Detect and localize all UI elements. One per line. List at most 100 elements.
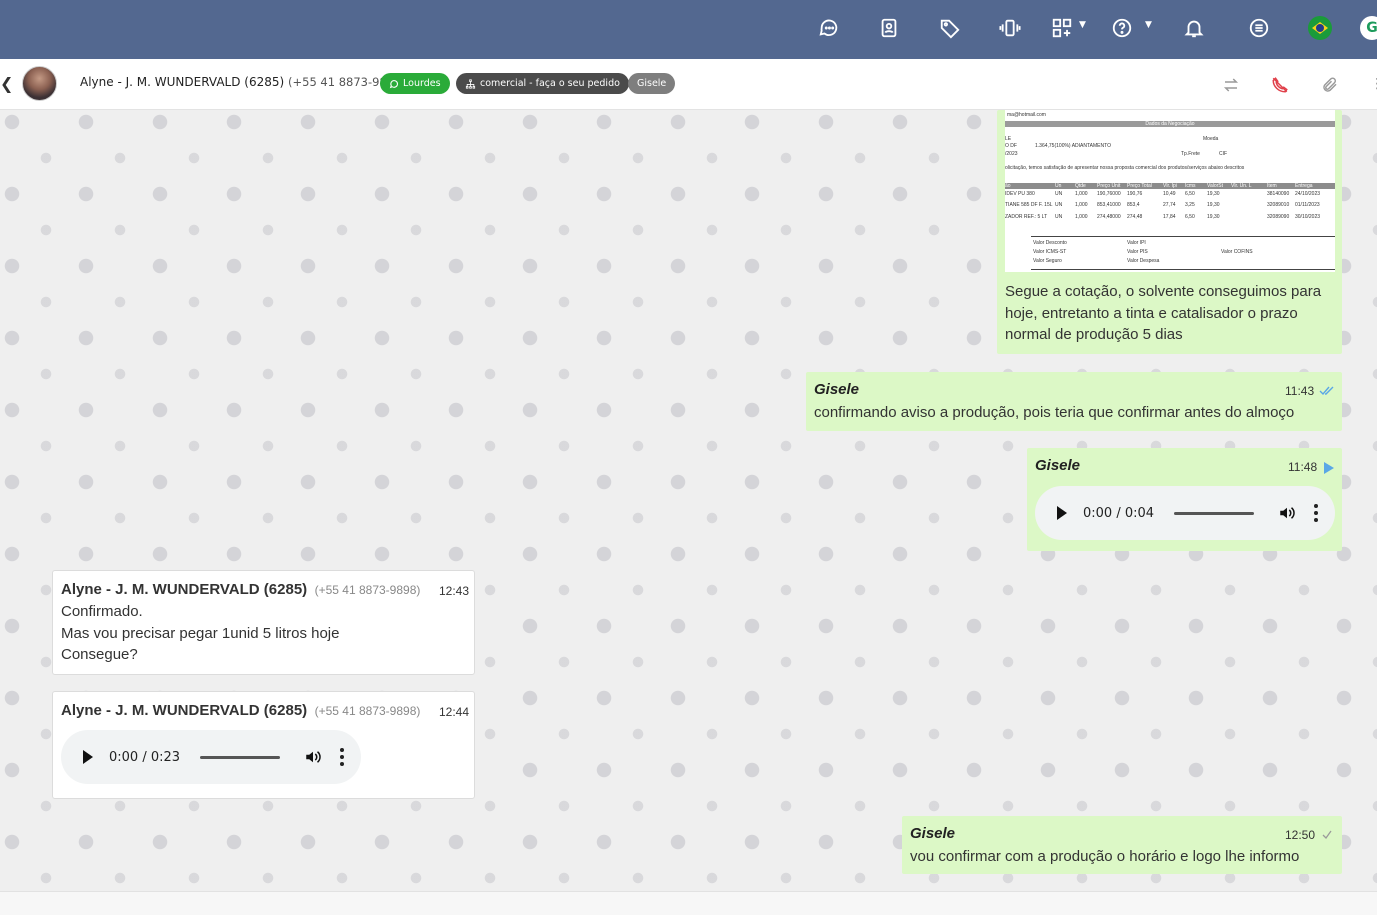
doc-table-cell: 190,76 — [1127, 191, 1143, 197]
doc-prefix-df: O DF — [1005, 143, 1017, 149]
tag-gisele[interactable]: Gisele — [628, 73, 676, 94]
avatar[interactable] — [22, 66, 57, 101]
hangup-phone-icon[interactable] — [1268, 73, 1292, 97]
tag-comercial[interactable]: comercial - faça o seu pedido — [456, 73, 629, 94]
doc-intro: olicitação, temos satisfação de apresent… — [1005, 165, 1245, 171]
message-text-line: Consegue? — [61, 646, 138, 663]
whatsapp-icon — [389, 79, 398, 88]
doc-total-label: Valor IPI — [1127, 240, 1146, 246]
doc-table-cell: ZADOR REF.: 5 LT — [1005, 214, 1048, 220]
contacts-icon[interactable] — [872, 14, 906, 42]
message-sender-phone: (+55 41 8873-9898) — [314, 704, 421, 718]
message-input-area[interactable] — [0, 891, 1377, 915]
play-icon[interactable] — [83, 750, 93, 764]
chevron-down-icon[interactable]: ▼ — [1145, 20, 1152, 30]
audio-player[interactable]: 0:00 / 0:04 — [1035, 486, 1335, 540]
chat-icon[interactable] — [812, 14, 846, 42]
doc-divider — [1031, 269, 1335, 270]
audio-player[interactable]: 0:00 / 0:23 — [61, 730, 361, 784]
play-status-icon — [1324, 462, 1334, 474]
contact-info: Alyne - J. M. WUNDERVALD (6285) (+55 41 … — [80, 75, 406, 89]
chevron-down-icon[interactable]: ▼ — [1079, 20, 1086, 30]
message-sender: Alyne - J. M. WUNDERVALD (6285) — [61, 702, 308, 719]
tag-label: comercial - faça o seu pedido — [480, 78, 620, 89]
doc-table-cell: 27,74 — [1163, 202, 1176, 208]
tag-label: Gisele — [637, 78, 667, 89]
doc-frete-label: Tp.Frete — [1181, 151, 1200, 157]
list-icon[interactable] — [1242, 14, 1276, 42]
help-icon[interactable] — [1105, 14, 1139, 42]
doc-table-cell: IDEV PU 380 — [1005, 191, 1035, 197]
message-text: Segue a cotação, o solvente conseguimos … — [1005, 283, 1322, 343]
transfer-icon[interactable] — [1219, 73, 1243, 97]
message-sender: Gisele — [814, 381, 860, 398]
doc-total-label: Valor COFINS — [1221, 249, 1253, 255]
message-text: confirmando aviso a produção, pois teria… — [814, 404, 1295, 421]
message-outgoing-audio: Gisele 11:48 0:00 / 0:04 — [1027, 448, 1342, 551]
message-sender: Gisele — [910, 825, 956, 842]
message-text-line: Confirmado. — [61, 603, 143, 620]
tag-icon[interactable] — [933, 14, 967, 42]
message-time: 11:48 — [1288, 460, 1318, 474]
message-time: 12:50 — [1285, 828, 1316, 842]
doc-total-label: Valor PIS — [1127, 249, 1148, 255]
top-navigation-bar: ▼ ▼ G — [0, 0, 1377, 59]
audio-more-icon[interactable] — [340, 748, 345, 766]
doc-table-cell: 32089010 — [1267, 202, 1290, 208]
paperclip-icon[interactable] — [1318, 73, 1342, 97]
more-options-icon[interactable]: ⋮ — [1370, 76, 1377, 92]
volume-icon[interactable] — [1278, 504, 1296, 522]
doc-table-cell: TIANE 585 DF F. 15L — [1005, 202, 1053, 208]
doc-table-cell: 274,48000 — [1097, 214, 1121, 220]
message-text-line: Mas vou precisar pegar 1unid 5 litros ho… — [61, 625, 340, 642]
message-outgoing-document: ma@hotmail.com Dados da Negociação LE Mo… — [997, 110, 1342, 354]
doc-table-cell: 19,30 — [1207, 191, 1220, 197]
message-time: 11:43 — [1285, 384, 1315, 398]
vibrate-phone-icon[interactable] — [993, 14, 1027, 42]
doc-table-cell: 6,50 — [1185, 214, 1195, 220]
contact-name: Alyne - J. M. WUNDERVALD (6285) — [80, 75, 285, 89]
doc-table-cell: 10,49 — [1163, 191, 1176, 197]
doc-table-cell: 19,30 — [1207, 214, 1220, 220]
doc-table-cell: 30/10/2023 — [1295, 214, 1321, 220]
google-avatar-icon[interactable]: G — [1360, 16, 1377, 40]
doc-section-title: Dados da Negociação — [1005, 121, 1335, 127]
sitemap-icon — [465, 78, 476, 89]
chat-messages-area[interactable]: ma@hotmail.com Dados da Negociação LE Mo… — [0, 110, 1377, 891]
double-check-read-icon — [1319, 386, 1334, 396]
doc-total-label: Valor Desconto — [1033, 240, 1067, 246]
audio-more-icon[interactable] — [1314, 504, 1319, 522]
doc-prefix-le: LE — [1005, 136, 1012, 142]
doc-table-cell: UN — [1055, 191, 1063, 197]
doc-table-cell: 1,000 — [1075, 214, 1088, 220]
back-arrow-icon[interactable]: ❮ — [0, 74, 13, 93]
doc-table-cell: 274,48 — [1127, 214, 1143, 220]
tag-lourdes[interactable]: Lourdes — [380, 73, 450, 94]
play-icon[interactable] — [1057, 506, 1067, 520]
message-incoming-audio: Alyne - J. M. WUNDERVALD (6285) (+55 41 … — [52, 691, 475, 799]
message-text: vou confirmar com a produção o horário e… — [910, 848, 1300, 865]
brazil-flag-icon[interactable] — [1308, 16, 1332, 40]
doc-table-header: ão Un Qtde Preço Unit Preço Total Vlr. I… — [1005, 183, 1335, 189]
doc-table-cell: 24/10/2023 — [1295, 191, 1321, 197]
volume-icon[interactable] — [304, 748, 322, 766]
quotation-document-image[interactable]: ma@hotmail.com Dados da Negociação LE Mo… — [1005, 110, 1335, 272]
doc-table-cell: 32089090 — [1267, 214, 1290, 220]
doc-table-cell: 38140090 — [1267, 191, 1290, 197]
chat-header: ❮ Alyne - J. M. WUNDERVALD (6285) (+55 4… — [0, 59, 1377, 110]
bell-icon[interactable] — [1177, 14, 1211, 42]
audio-progress-track[interactable] — [1174, 511, 1255, 515]
doc-table-cell: 19,30 — [1207, 202, 1220, 208]
doc-total-label: Valor Seguro — [1033, 258, 1062, 264]
doc-divider — [1031, 236, 1335, 237]
single-check-icon — [1322, 830, 1332, 840]
doc-email: ma@hotmail.com — [1007, 112, 1046, 118]
apps-grid-icon[interactable] — [1045, 14, 1079, 42]
doc-table-cell: 01/11/2023 — [1295, 202, 1320, 208]
doc-table-cell: UN — [1055, 214, 1063, 220]
message-time: 12:43 — [439, 584, 470, 598]
doc-table-cell: 1,000 — [1075, 191, 1088, 197]
message-incoming: Alyne - J. M. WUNDERVALD (6285) (+55 41 … — [52, 570, 475, 675]
message-sender-phone: (+55 41 8873-9898) — [314, 583, 421, 597]
audio-progress-track[interactable] — [200, 755, 281, 759]
